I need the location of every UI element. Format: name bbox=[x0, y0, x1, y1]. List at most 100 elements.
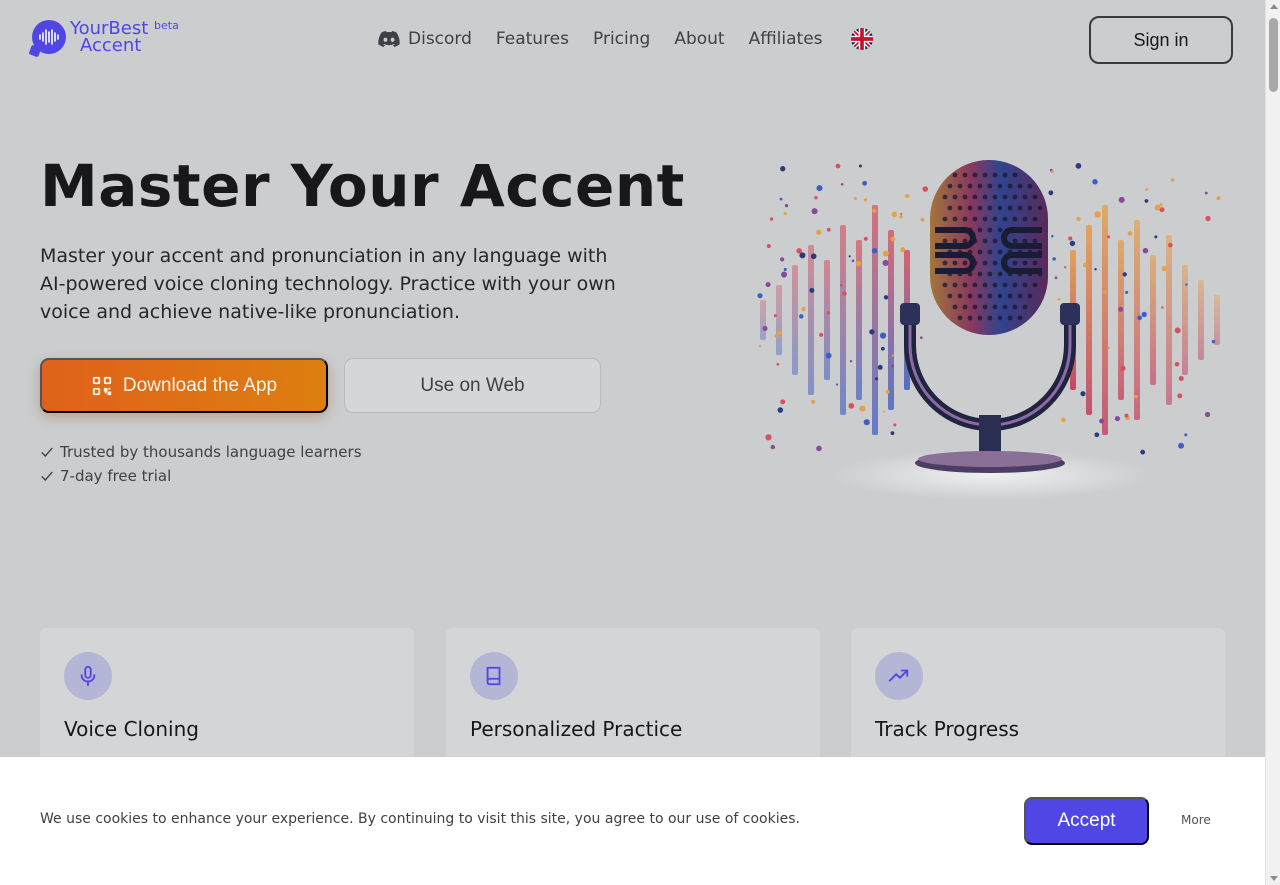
hero-title: Master Your Accent bbox=[40, 152, 685, 220]
decor-dot bbox=[783, 267, 787, 272]
decor-mic-hole bbox=[1002, 172, 1008, 178]
decor-mic-hole bbox=[1037, 205, 1043, 211]
nav-discord-label: Discord bbox=[408, 29, 472, 49]
decor-mic-hole bbox=[992, 260, 998, 266]
decor-mic-hole bbox=[1012, 216, 1018, 222]
decor-dot bbox=[780, 166, 786, 172]
decor-dot bbox=[779, 257, 785, 262]
decor-mic-hole bbox=[987, 227, 993, 233]
site-header: YourBest Accent beta Discord Features Pr… bbox=[0, 0, 1265, 80]
decor-dot bbox=[840, 182, 844, 186]
scroll-up-arrow-icon[interactable] bbox=[1270, 4, 1278, 9]
decor-mic-hole bbox=[987, 271, 993, 277]
logo-waveform-icon bbox=[32, 20, 66, 54]
discord-icon bbox=[378, 31, 400, 47]
trending-up-icon bbox=[888, 669, 909, 682]
download-app-label: Download the App bbox=[122, 374, 278, 396]
decor-mic-hole bbox=[1012, 238, 1018, 244]
microphone-icon bbox=[80, 665, 96, 687]
page-scrollbar[interactable] bbox=[1265, 0, 1280, 885]
nav-pricing[interactable]: Pricing bbox=[593, 29, 650, 49]
decor-dot bbox=[1170, 178, 1175, 182]
decor-dot bbox=[770, 444, 776, 450]
decor-dot bbox=[1064, 266, 1067, 269]
use-on-web-button[interactable]: Use on Web bbox=[344, 358, 601, 413]
decor-dot bbox=[859, 405, 866, 412]
decor-dot bbox=[922, 186, 929, 192]
decor-dot bbox=[1178, 442, 1185, 449]
decor-dot bbox=[1051, 234, 1054, 238]
cookie-more-link[interactable]: More bbox=[1181, 813, 1211, 827]
decor-wave-bar bbox=[1086, 225, 1092, 415]
decor-dot bbox=[849, 360, 853, 363]
decor-mic-hole bbox=[1022, 194, 1028, 200]
decor-mic-hole bbox=[1012, 304, 1018, 310]
scrollbar-thumb[interactable] bbox=[1269, 18, 1278, 92]
decor-mic-hole bbox=[977, 249, 983, 255]
decor-dot bbox=[757, 293, 763, 299]
decor-mic-hole bbox=[997, 205, 1003, 211]
accept-cookies-button[interactable]: Accept bbox=[1024, 797, 1149, 845]
decor-mic-hole bbox=[992, 238, 998, 244]
nav-about[interactable]: About bbox=[674, 29, 724, 49]
decor-mic-hole bbox=[1007, 315, 1013, 321]
decor-dot bbox=[799, 314, 804, 319]
decor-dot bbox=[858, 164, 862, 168]
decor-dot bbox=[1133, 394, 1138, 399]
decor-dot bbox=[1092, 179, 1098, 185]
trust-list: Trusted by thousands language learners 7… bbox=[40, 440, 362, 488]
decor-dot bbox=[758, 344, 762, 348]
logo-link[interactable]: YourBest Accent beta bbox=[32, 19, 179, 56]
decor-dot bbox=[1120, 365, 1126, 371]
nav-affiliates[interactable]: Affiliates bbox=[749, 29, 823, 49]
decor-dot bbox=[1068, 236, 1073, 241]
uk-flag-icon[interactable] bbox=[850, 28, 873, 50]
decor-dot bbox=[871, 248, 878, 254]
decor-dot bbox=[762, 325, 768, 332]
decor-dot bbox=[774, 334, 778, 338]
decor-dot bbox=[1142, 247, 1149, 254]
decor-mic-hole bbox=[997, 249, 1003, 255]
decor-mic-hole bbox=[967, 315, 973, 321]
feature-card-voice-cloning: Voice Cloning bbox=[40, 628, 414, 768]
decor-mic-hole bbox=[992, 216, 998, 222]
decor-mic-hole bbox=[1032, 260, 1038, 266]
decor-dot bbox=[863, 236, 868, 241]
decor-mic-hole bbox=[972, 172, 978, 178]
decor-mic-hole bbox=[987, 293, 993, 299]
decor-mic-hole bbox=[1022, 304, 1028, 310]
decor-dot bbox=[848, 403, 855, 409]
decor-dot bbox=[851, 259, 855, 263]
logo-wordmark: YourBest Accent beta bbox=[70, 19, 179, 56]
scroll-down-arrow-icon[interactable] bbox=[1270, 876, 1278, 881]
logo-line2: Accent bbox=[80, 35, 142, 56]
decor-mic-hole bbox=[952, 194, 958, 200]
decor-dot bbox=[773, 314, 777, 318]
decor-mic-hole bbox=[977, 227, 983, 233]
decor-mic-hole bbox=[992, 282, 998, 288]
decor-dot bbox=[1080, 391, 1086, 397]
decor-mic-hole bbox=[992, 172, 998, 178]
decor-dot bbox=[776, 362, 780, 366]
download-app-button[interactable]: Download the App bbox=[40, 358, 328, 413]
decor-dot bbox=[1144, 199, 1149, 203]
decor-dot bbox=[781, 271, 788, 278]
nav-discord[interactable]: Discord bbox=[378, 29, 472, 49]
decor-dot bbox=[826, 227, 831, 232]
nav-features[interactable]: Features bbox=[496, 29, 569, 49]
decor-mic-hole bbox=[1002, 194, 1008, 200]
decor-dot bbox=[863, 198, 868, 202]
trust-item: Trusted by thousands language learners bbox=[40, 440, 362, 464]
sign-in-button[interactable]: Sign in bbox=[1089, 16, 1233, 64]
decor-mic-hole bbox=[962, 216, 968, 222]
decor-dot bbox=[862, 180, 868, 186]
decor-wave-bar bbox=[1166, 235, 1172, 405]
decor-dot bbox=[869, 329, 875, 335]
decor-dot bbox=[853, 196, 857, 201]
decor-wave-bar bbox=[1198, 280, 1204, 360]
decor-wave-bar bbox=[760, 300, 766, 340]
decor-mic-hole bbox=[1017, 315, 1023, 321]
decor-mic-hole bbox=[982, 282, 988, 288]
trust-text: 7-day free trial bbox=[60, 467, 172, 485]
decor-dot bbox=[840, 284, 843, 287]
